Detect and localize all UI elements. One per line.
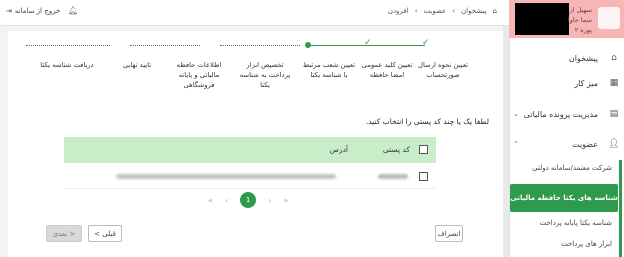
sidebar-item-label: پیشخوان <box>568 53 598 63</box>
stepper-track <box>26 45 110 46</box>
stepper-track <box>130 45 200 46</box>
previous-button[interactable]: < قبلی <box>88 225 122 242</box>
stepper: ✓ ✓ تعیین نحوه ارسال صورتحساب تعیین کلید… <box>8 31 503 111</box>
chevron-down-icon: ⌄ <box>513 110 519 118</box>
page-button-current[interactable]: 1 <box>240 192 257 208</box>
step-label: تایید نهایی <box>122 61 152 69</box>
pagination: « ‹ 1 › » <box>208 191 288 209</box>
next-page-button[interactable]: › <box>268 196 271 205</box>
sidebar-sub-unique-ids[interactable]: شناسه های یکتا حافظه مالیاتی <box>510 184 618 212</box>
bell-icon[interactable]: 🔔︎ <box>68 6 78 15</box>
step-label: دریافت شناسه یکتا <box>40 61 94 69</box>
redacted-address <box>116 174 336 179</box>
sidebar-item-label: مدیریت پرونده مالیاتی <box>523 109 598 119</box>
sidebar-item-tax-file[interactable]: ▤ مدیریت پرونده مالیاتی ⌄ <box>509 103 624 125</box>
redacted-area <box>515 3 569 35</box>
step-label: تعیین شعب مرتبط با شناسه یکتا <box>302 61 356 79</box>
avatar <box>598 7 620 29</box>
step-label: تعیین نحوه ارسال صورتحساب <box>418 61 468 79</box>
stepper-track <box>220 45 300 46</box>
sidebar-item-dashboard[interactable]: ⌂ پیشخوان <box>509 47 624 69</box>
logout-link[interactable]: ⇥ خروج از سامانه <box>6 7 60 15</box>
prev-page-button[interactable]: ‹ <box>225 196 228 205</box>
breadcrumb-separator: › <box>414 7 418 15</box>
sidebar-item-membership[interactable]: 👤︎ عضویت ⌃ <box>509 133 624 155</box>
breadcrumb: ⌂ پیشخوان › عضویت › افزودن <box>388 7 497 15</box>
table-header: کد پستی آدرس <box>64 137 436 163</box>
select-all-checkbox[interactable] <box>419 145 428 154</box>
sidebar: سهیل از سما جاوا پوره ۲ ⌂ پیشخوان ▦ میز … <box>509 0 624 257</box>
breadcrumb-add: افزودن <box>387 7 409 15</box>
home-icon: ⌂ <box>611 53 617 63</box>
sidebar-sub-trusted-company[interactable]: شرکت معتمد/سامانه دولتی <box>516 164 612 172</box>
sidebar-sub-payment-tools[interactable]: ابزار های پرداخت <box>516 240 612 248</box>
main-card: ✓ ✓ تعیین نحوه ارسال صورتحساب تعیین کلید… <box>8 31 503 257</box>
step-label: تخصیص ابزار پرداخت به شناسه یکتا <box>239 61 291 89</box>
breadcrumb-membership[interactable]: عضویت <box>424 7 447 15</box>
home-crumb-icon: ⌂ <box>492 7 497 15</box>
next-button[interactable]: بعدی > <box>46 225 82 242</box>
sidebar-item-label: میز کار <box>574 78 598 88</box>
logout-icon: ⇥ <box>6 7 12 15</box>
redacted-postal-code <box>378 174 408 179</box>
user-icon: 👤︎ <box>608 139 620 149</box>
logout-label: خروج از سامانه <box>14 7 61 15</box>
table-row[interactable] <box>64 163 436 189</box>
step-label: تعیین کلید عمومی امضا حافظه <box>361 61 413 79</box>
chevron-up-icon: ⌃ <box>513 140 519 148</box>
sidebar-sub-payment-terminal[interactable]: شناسه یکتا پایانه پرداخت <box>516 219 612 227</box>
column-address: آدرس <box>329 145 348 154</box>
top-bar: ⇥ خروج از سامانه 🔔︎ ⌂ پیشخوان › عضویت › … <box>0 0 509 26</box>
first-page-button[interactable]: « <box>208 196 213 205</box>
check-icon: ✓ <box>364 38 372 48</box>
user-card: سهیل از سما جاوا پوره ۲ <box>509 0 624 38</box>
instruction-text: لطفا یک یا چند کد پستی را انتخاب کنید. <box>365 117 489 126</box>
sidebar-scrollbar[interactable] <box>619 160 622 257</box>
check-icon: ✓ <box>422 38 430 48</box>
main-scrollbar[interactable] <box>503 26 509 257</box>
file-icon: ▤ <box>609 109 619 119</box>
row-checkbox[interactable] <box>419 172 428 181</box>
breadcrumb-dashboard[interactable]: پیشخوان <box>461 7 487 15</box>
user-name: سهیل از سما جاوا پوره ۲ <box>567 6 592 34</box>
last-page-button[interactable]: » <box>283 196 288 205</box>
cancel-button[interactable]: انصراف <box>435 225 463 242</box>
current-step-dot <box>305 42 311 48</box>
column-postal-code: کد پستی <box>382 145 410 154</box>
sidebar-item-label: عضویت <box>572 139 598 149</box>
sidebar-item-desk[interactable]: ▦ میز کار <box>509 72 624 94</box>
step-label: اطلاعات حافظه مالیاتی و پایانه فروشگاهی <box>176 61 222 89</box>
desk-icon: ▦ <box>609 78 619 88</box>
breadcrumb-separator: › <box>452 7 456 15</box>
